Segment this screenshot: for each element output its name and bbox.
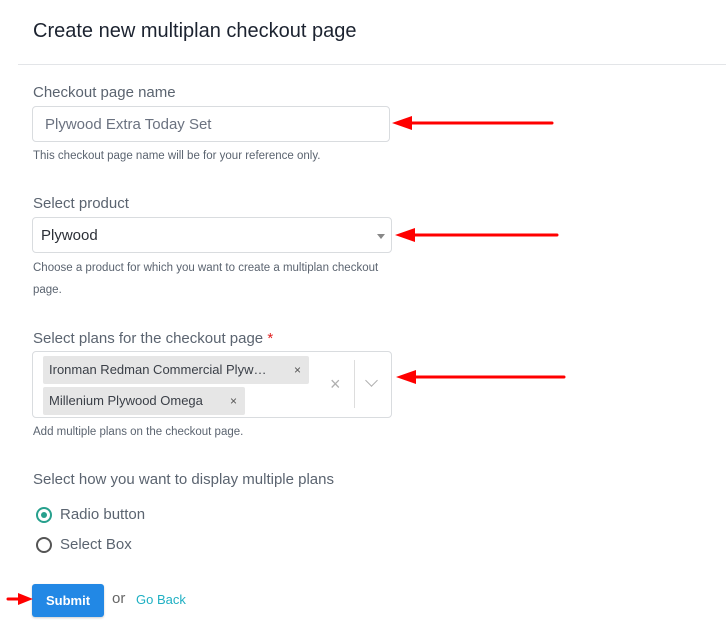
checkout-name-value: Plywood Extra Today Set: [45, 116, 212, 133]
required-mark: *: [267, 330, 274, 347]
annotation-arrow-icon: [396, 370, 566, 384]
plan-chip-label: Millenium Plywood Omega: [49, 393, 203, 408]
display-label: Select how you want to display multiple …: [33, 471, 334, 488]
radio-option-select-box[interactable]: Select Box: [36, 536, 132, 553]
remove-chip-icon[interactable]: ×: [294, 356, 301, 384]
checkout-name-input[interactable]: Plywood Extra Today Set: [32, 106, 390, 142]
or-text: or: [112, 590, 126, 607]
checkout-name-help: This checkout page name will be for your…: [33, 150, 321, 162]
radio-unchecked-icon[interactable]: [36, 536, 52, 553]
page-title: Create new multiplan checkout page: [33, 20, 357, 42]
dropdown-caret-icon: [377, 234, 385, 239]
product-select[interactable]: Plywood: [32, 217, 392, 253]
plans-label-text: Select plans for the checkout page: [33, 330, 264, 347]
radio-option-label: Radio button: [60, 506, 146, 523]
radio-checked-icon[interactable]: [36, 506, 52, 523]
submit-button[interactable]: Submit: [32, 584, 104, 617]
annotation-arrow-icon: [395, 228, 559, 242]
product-label: Select product: [33, 195, 129, 212]
plan-chip: Millenium Plywood Omega ×: [43, 387, 245, 415]
radio-option-label: Select Box: [60, 536, 132, 553]
plan-chip: Ironman Redman Commercial Plyw… ×: [43, 356, 309, 384]
plan-chip-label: Ironman Redman Commercial Plyw…: [49, 362, 267, 377]
divider: [18, 64, 726, 65]
plans-multiselect[interactable]: Ironman Redman Commercial Plyw… × Millen…: [32, 351, 392, 418]
annotation-arrow-icon: [6, 593, 33, 605]
go-back-link[interactable]: Go Back: [136, 592, 186, 607]
product-select-value: Plywood: [41, 227, 98, 244]
plans-help: Add multiple plans on the checkout page.: [33, 426, 244, 438]
chevron-down-icon[interactable]: [365, 374, 378, 387]
product-help: Choose a product for which you want to c…: [33, 262, 379, 296]
plans-label: Select plans for the checkout page *: [33, 330, 273, 347]
clear-all-icon[interactable]: ×: [330, 374, 341, 395]
separator: [354, 360, 355, 408]
remove-chip-icon[interactable]: ×: [230, 387, 237, 415]
radio-option-radio-button[interactable]: Radio button: [36, 506, 145, 523]
checkout-name-label: Checkout page name: [33, 84, 176, 101]
annotation-arrow-icon: [392, 116, 554, 130]
